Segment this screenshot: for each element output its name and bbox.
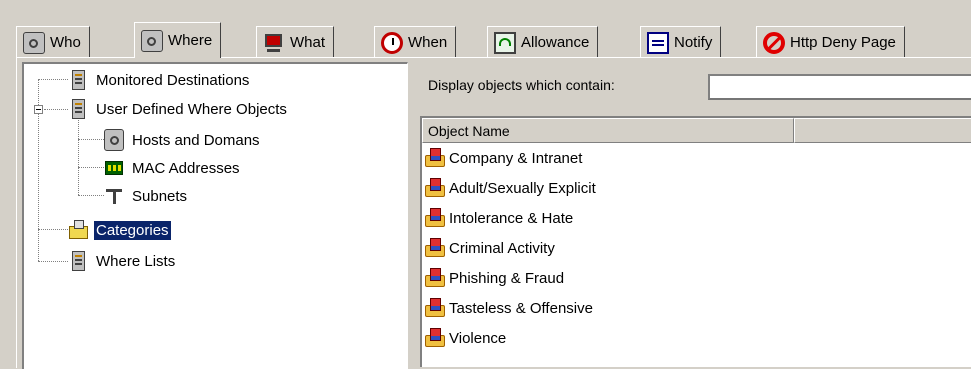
- category-icon: [424, 327, 446, 349]
- list-item-label: Adult/Sexually Explicit: [449, 179, 596, 197]
- tree-item-label: Categories: [94, 220, 171, 240]
- category-icon: [424, 207, 446, 229]
- tree-line: [78, 120, 79, 195]
- object-pane: Display objects which contain: Object Na…: [414, 62, 971, 367]
- tree-item-label: Hosts and Domans: [132, 131, 260, 149]
- tree-line: [38, 229, 68, 230]
- tree-item-hosts-and-domains[interactable]: Hosts and Domans: [104, 126, 262, 154]
- tab-label: When: [408, 34, 448, 51]
- tree-line: [38, 79, 68, 80]
- tree-item-subnets[interactable]: Subnets: [104, 182, 189, 210]
- tree-item-label: Monitored Destinations: [96, 71, 250, 89]
- tab-label: Http Deny Page: [790, 34, 896, 51]
- tab-where[interactable]: Where: [134, 22, 222, 58]
- tree-item-label: MAC Addresses: [132, 159, 240, 177]
- tree-item-label: Subnets: [132, 187, 188, 205]
- tree-line: [78, 195, 104, 196]
- where-tree[interactable]: Monitored Destinations User Defined Wher…: [22, 62, 408, 369]
- list-item-label: Intolerance & Hate: [449, 209, 574, 227]
- category-icon: [424, 267, 446, 289]
- server-icon: [68, 250, 88, 272]
- monitor-icon: [263, 32, 285, 54]
- house-icon: [141, 29, 163, 52]
- tab-allowance[interactable]: Allowance: [487, 26, 599, 58]
- tab-label: Who: [50, 34, 81, 51]
- tree-item-label: Where Lists: [96, 252, 176, 270]
- notify-icon: [647, 31, 669, 54]
- house-icon: [104, 129, 124, 151]
- category-icon: [424, 237, 446, 259]
- list-item-label: Violence: [449, 329, 507, 347]
- server-icon: [68, 69, 88, 91]
- folder-icon: [68, 219, 88, 241]
- tab-label: What: [290, 34, 326, 51]
- list-header: Object Name: [422, 118, 971, 143]
- tab-label: Allowance: [521, 34, 590, 51]
- filter-input[interactable]: [708, 74, 971, 100]
- tree-line: [78, 139, 104, 140]
- subnet-icon: [104, 185, 124, 207]
- list-item-label: Criminal Activity: [449, 239, 555, 257]
- list-item[interactable]: Adult/Sexually Explicit: [424, 173, 596, 203]
- tab-when[interactable]: When: [374, 26, 457, 58]
- tab-notify[interactable]: Notify: [640, 26, 722, 58]
- tree-item-monitored-destinations[interactable]: Monitored Destinations: [68, 66, 251, 94]
- tree-line: [78, 167, 104, 168]
- tab-http-deny-page[interactable]: Http Deny Page: [756, 26, 905, 58]
- tree-line: [44, 109, 68, 110]
- category-icon: [424, 177, 446, 199]
- category-icon: [424, 297, 446, 319]
- list-item-label: Phishing & Fraud: [449, 269, 565, 287]
- clock-icon: [381, 31, 403, 54]
- category-icon: [424, 147, 446, 169]
- tab-strip: Who Where What When Allowance Notify Htt…: [0, 0, 971, 58]
- column-header-blank[interactable]: [794, 118, 971, 143]
- list-item[interactable]: Tasteless & Offensive: [424, 293, 593, 323]
- tree-item-user-defined-where-objects[interactable]: User Defined Where Objects: [68, 95, 289, 123]
- list-item-label: Tasteless & Offensive: [449, 299, 593, 317]
- column-header-object-name[interactable]: Object Name: [422, 118, 794, 143]
- tree-item-mac-addresses[interactable]: MAC Addresses: [104, 154, 242, 182]
- list-item[interactable]: Company & Intranet: [424, 143, 582, 173]
- tab-label: Where: [168, 32, 213, 49]
- house-icon: [23, 31, 45, 54]
- object-list[interactable]: Object Name Company & Intranet Adult/Sex…: [420, 116, 971, 367]
- list-item[interactable]: Violence: [424, 323, 506, 353]
- deny-icon: [763, 31, 785, 54]
- list-item[interactable]: Intolerance & Hate: [424, 203, 573, 233]
- tree-item-where-lists[interactable]: Where Lists: [68, 247, 177, 275]
- list-item[interactable]: Phishing & Fraud: [424, 263, 564, 293]
- tree-line: [38, 261, 68, 262]
- list-item-label: Company & Intranet: [449, 149, 583, 167]
- filter-label: Display objects which contain:: [428, 77, 615, 93]
- list-item[interactable]: Criminal Activity: [424, 233, 555, 263]
- server-icon: [68, 98, 88, 120]
- gauge-icon: [494, 31, 516, 54]
- tab-label: Notify: [674, 34, 713, 51]
- tree-item-categories[interactable]: Categories: [68, 216, 171, 244]
- tab-what[interactable]: What: [256, 26, 335, 58]
- chip-icon: [104, 157, 124, 179]
- collapse-toggle[interactable]: [34, 105, 43, 114]
- tab-who[interactable]: Who: [16, 26, 90, 58]
- tree-item-label: User Defined Where Objects: [96, 100, 287, 118]
